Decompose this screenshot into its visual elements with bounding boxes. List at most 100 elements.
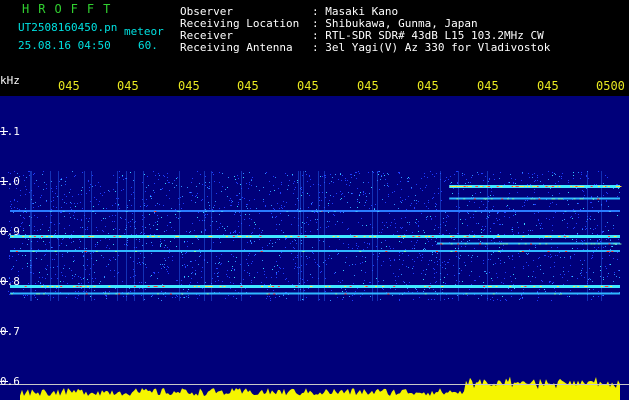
- noise-pixel: [493, 238, 494, 239]
- band-hotspot: [431, 236, 434, 237]
- noise-pixel: [148, 185, 149, 186]
- noise-pixel: [510, 276, 511, 277]
- noise-pixel: [399, 259, 400, 260]
- noise-pixel: [600, 276, 601, 277]
- noise-pixel: [312, 202, 313, 203]
- band-hotspot: [551, 198, 554, 200]
- noise-pixel: [602, 232, 603, 233]
- noise-pixel: [442, 267, 443, 268]
- noise-pixel: [406, 230, 407, 231]
- noise-pixel: [88, 282, 89, 283]
- noise-pixel: [188, 297, 189, 298]
- noise-pixel: [409, 178, 410, 179]
- noise-pixel: [183, 289, 184, 290]
- noise-pixel: [593, 296, 594, 297]
- noise-pixel: [435, 241, 436, 242]
- noise-pixel: [270, 284, 271, 285]
- noise-pixel: [558, 181, 559, 182]
- noise-pixel: [205, 230, 206, 231]
- noise-pixel: [251, 280, 252, 281]
- band-hotspot: [125, 211, 128, 212]
- band-hotspot: [359, 251, 362, 252]
- noise-pixel: [248, 265, 249, 266]
- band-hotspot: [219, 286, 222, 287]
- noise-pixel: [421, 178, 422, 179]
- noise-pixel: [464, 174, 465, 175]
- noise-pixel: [62, 199, 63, 200]
- noise-pixel: [421, 260, 422, 261]
- noise-pixel: [602, 231, 603, 232]
- noise-pixel: [550, 203, 551, 204]
- datetime-label: 25.08.16 04:50: [18, 39, 111, 52]
- noise-pixel: [52, 259, 53, 260]
- noise-pixel: [436, 272, 437, 273]
- y-tick-label: 0.7: [0, 325, 20, 338]
- noise-pixel: [208, 202, 209, 203]
- band-hotspot: [515, 186, 518, 187]
- noise-pixel: [506, 300, 507, 301]
- noise-pixel: [539, 223, 540, 224]
- noise-pixel: [234, 231, 235, 232]
- noise-pixel: [327, 221, 328, 222]
- noise-pixel: [383, 280, 384, 281]
- noise-pixel: [96, 260, 97, 261]
- band-hotspot: [41, 236, 44, 237]
- noise-pixel: [432, 252, 433, 253]
- noise-pixel: [393, 234, 394, 235]
- noise-pixel: [60, 281, 61, 282]
- noise-pixel: [82, 172, 83, 173]
- noise-pixel: [328, 205, 329, 206]
- noise-pixel: [335, 272, 336, 273]
- noise-pixel: [273, 176, 274, 177]
- noise-pixel: [306, 264, 307, 265]
- noise-pixel: [75, 297, 76, 298]
- noise-pixel: [616, 184, 617, 185]
- noise-pixel: [537, 177, 538, 178]
- noise-pixel: [465, 219, 466, 220]
- noise-pixel: [272, 243, 273, 244]
- noise-pixel: [40, 197, 41, 198]
- noise-pixel: [524, 205, 525, 206]
- noise-pixel: [557, 255, 558, 256]
- noise-pixel: [18, 271, 19, 272]
- noise-pixel: [275, 177, 276, 178]
- noise-pixel: [66, 177, 67, 178]
- noise-pixel: [20, 195, 21, 196]
- noise-pixel: [307, 258, 308, 259]
- noise-pixel: [180, 297, 181, 298]
- noise-pixel: [413, 273, 414, 274]
- noise-pixel: [424, 232, 425, 233]
- noise-pixel: [35, 297, 36, 298]
- band-hotspot: [344, 286, 347, 287]
- noise-pixel: [568, 271, 569, 272]
- noise-pixel: [345, 262, 346, 263]
- noise-pixel: [348, 244, 349, 245]
- band-hotspot: [418, 236, 421, 237]
- noise-pixel: [114, 276, 115, 277]
- noise-pixel: [167, 177, 168, 178]
- noise-pixel: [47, 274, 48, 275]
- noise-pixel: [321, 200, 322, 201]
- noise-pixel: [59, 181, 60, 182]
- noise-pixel: [459, 281, 460, 282]
- noise-pixel: [150, 228, 151, 229]
- band-hotspot: [89, 236, 92, 237]
- noise-pixel: [191, 192, 192, 193]
- noise-pixel: [374, 209, 375, 210]
- noise-pixel: [586, 175, 587, 176]
- band-hotspot: [333, 211, 336, 212]
- noise-pixel: [8, 291, 9, 292]
- noise-pixel: [217, 273, 218, 274]
- noise-pixel: [355, 264, 356, 265]
- noise-pixel: [259, 190, 260, 191]
- noise-pixel: [17, 208, 18, 209]
- noise-pixel: [310, 231, 311, 232]
- noise-pixel: [387, 227, 388, 228]
- noise-pixel: [184, 264, 185, 265]
- noise-pixel: [347, 229, 348, 230]
- noise-pixel: [270, 240, 271, 241]
- noise-pixel: [45, 268, 46, 269]
- noise-pixel: [451, 182, 452, 183]
- noise-pixel: [389, 246, 390, 247]
- noise-pixel: [305, 171, 306, 172]
